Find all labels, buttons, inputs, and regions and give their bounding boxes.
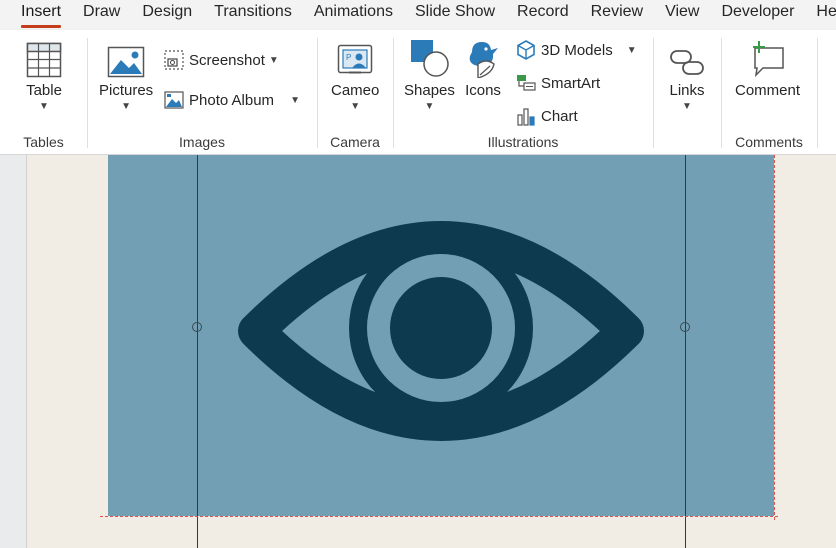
shapes-icon [411,40,450,77]
comment-button[interactable]: Comment [735,34,800,99]
group-divider [817,38,818,148]
cameo-button-label: Cameo [331,82,380,99]
group-label-illustrations: Illustrations [487,134,559,150]
table-button[interactable]: Table ▼ [26,34,62,112]
chevron-down-icon: ▼ [121,101,132,112]
shapes-button[interactable]: Shapes ▼ [404,34,455,112]
photo-album-button[interactable]: Photo Album ▼ [164,90,300,110]
group-camera: P Cameo ▼ Camera [318,30,392,154]
pictures-icon [107,46,145,78]
chevron-down-icon: ▼ [350,101,361,112]
resize-handle-right[interactable] [680,322,690,332]
tab-view[interactable]: View [654,0,710,30]
smartart-icon [517,75,536,91]
eye-icon [238,221,644,441]
group-links: Links ▼ [654,30,720,154]
svg-text:P: P [346,53,351,62]
chevron-down-icon: ▼ [290,94,300,106]
group-images: Pictures ▼ Screenshot ▼ Photo Album ▼ Im… [88,30,316,154]
icons-button-label: Icons [465,82,501,99]
ribbon-tab-bar: Insert Draw Design Transitions Animation… [0,0,836,30]
table-button-label: Table [26,82,62,99]
tab-insert[interactable]: Insert [0,0,72,30]
links-icon [670,50,704,75]
table-icon [26,42,62,78]
tab-draw[interactable]: Draw [72,0,131,30]
3d-models-button-label: 3D Models [541,41,613,59]
3d-models-button[interactable]: 3D Models ▼ [516,40,637,60]
group-illustrations: Shapes ▼ Icons 3D Models ▼ SmartArt Char… [394,30,652,154]
screenshot-button-label: Screenshot [189,51,265,69]
cameo-icon: P [337,44,373,74]
shapes-button-label: Shapes [404,82,455,99]
3d-models-icon [517,40,535,60]
group-label-camera: Camera [330,134,380,150]
smartart-button[interactable]: SmartArt [516,73,600,93]
cameo-button[interactable]: P Cameo ▼ [331,34,379,112]
tab-transitions[interactable]: Transitions [203,0,303,30]
group-label-tables: Tables [23,134,64,150]
selection-guide-right [685,155,686,548]
group-label-comments: Comments [735,134,803,150]
selected-shape[interactable] [108,155,774,516]
pictures-button-label: Pictures [99,82,154,99]
tab-design[interactable]: Design [131,0,203,30]
chevron-down-icon: ▼ [268,54,279,66]
links-button-label: Links [669,82,705,99]
comment-icon [752,41,784,78]
tab-help[interactable]: Hel [805,0,836,30]
slide-thumbnail-pane[interactable] [0,155,27,548]
selection-guide-left [197,155,198,548]
tab-animations[interactable]: Animations [303,0,404,30]
links-button[interactable]: Links ▼ [669,34,705,112]
slide-edge-dashed-right [774,155,775,520]
icons-icon [469,42,498,78]
photo-album-button-label: Photo Album [189,91,275,109]
chevron-down-icon: ▼ [39,101,49,112]
screenshot-icon [164,50,184,70]
icons-button[interactable]: Icons [464,34,502,99]
ribbon: Table ▼ Tables Pictures ▼ Screenshot ▼ P… [0,30,836,155]
chart-button-label: Chart [541,107,578,125]
chart-icon [517,108,535,126]
group-comments: Comment Comments [722,30,816,154]
chevron-down-icon: ▼ [682,101,692,112]
tab-record[interactable]: Record [506,0,580,30]
tab-slide-show[interactable]: Slide Show [404,0,506,30]
group-label-images: Images [179,134,225,150]
chevron-down-icon: ▼ [424,101,435,112]
tab-review[interactable]: Review [580,0,654,30]
group-tables: Table ▼ Tables [0,30,87,154]
chart-button[interactable]: Chart [516,106,578,126]
comment-button-label: Comment [735,82,801,99]
screenshot-button[interactable]: Screenshot ▼ [164,50,279,70]
pictures-button[interactable]: Pictures ▼ [99,34,153,112]
photo-album-icon [164,91,184,109]
tab-developer[interactable]: Developer [710,0,805,30]
resize-handle-left[interactable] [192,322,202,332]
chevron-down-icon: ▼ [626,44,637,56]
smartart-button-label: SmartArt [541,74,601,92]
slide-edge-dashed-bottom [100,516,778,517]
